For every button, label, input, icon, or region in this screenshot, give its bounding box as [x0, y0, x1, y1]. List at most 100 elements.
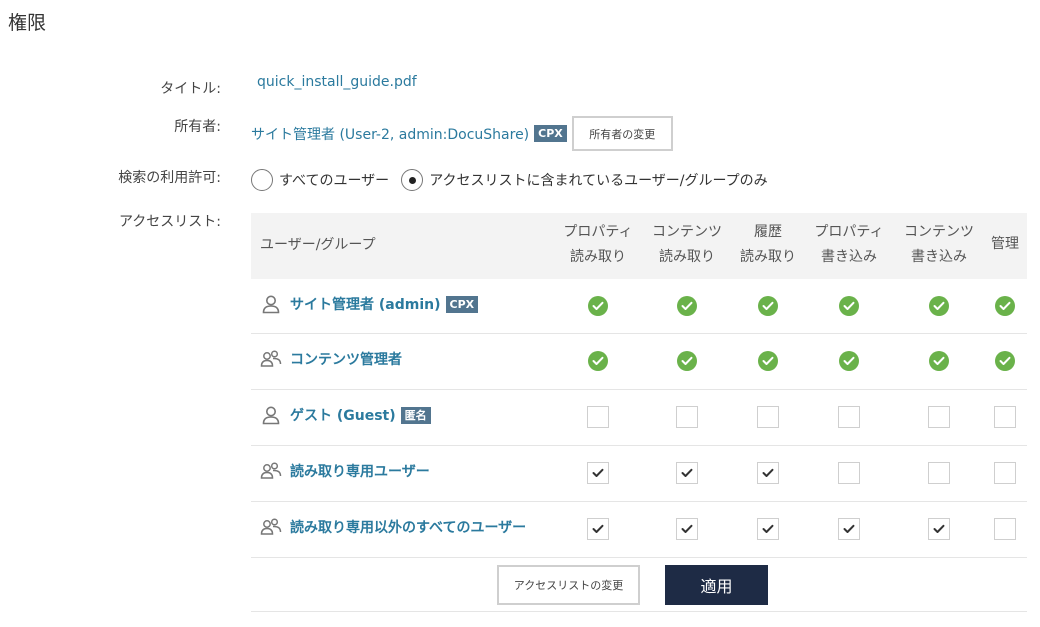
permission-checkbox[interactable]	[838, 406, 860, 428]
user-icon	[260, 404, 282, 426]
column-header-property-read: プロパティ 読み取り	[553, 220, 643, 270]
permission-checkbox[interactable]	[994, 462, 1016, 484]
group-icon	[260, 516, 282, 538]
user-group-cell: 読み取り専用ユーザー	[260, 460, 430, 482]
table-header: ユーザー/グループ プロパティ 読み取り コンテンツ 読み取り 履歴 読み取り …	[251, 213, 1027, 279]
owner-badge: CPX	[534, 125, 567, 142]
page-title: 権限	[8, 12, 47, 34]
user-group-cell: コンテンツ管理者	[260, 348, 402, 370]
user-group-name[interactable]: 読み取り専用以外のすべてのユーザー	[290, 517, 526, 537]
access-list-label: アクセスリスト:	[118, 214, 221, 230]
user-group-name[interactable]: 読み取り専用ユーザー	[290, 461, 430, 481]
permission-property-read[interactable]	[587, 406, 609, 428]
change-owner-button[interactable]: 所有者の変更	[571, 116, 673, 151]
permission-checkbox-checked[interactable]	[676, 518, 698, 540]
granted-check-icon	[677, 351, 697, 371]
column-header-manage: 管理	[960, 232, 1040, 257]
permission-content-write	[928, 350, 950, 372]
permission-checkbox[interactable]	[994, 518, 1016, 540]
granted-check-icon	[588, 296, 608, 316]
column-header-line2: 読み取り	[740, 249, 796, 265]
permission-checkbox-checked[interactable]	[587, 462, 609, 484]
granted-check-icon	[839, 296, 859, 316]
permission-checkbox-checked[interactable]	[757, 462, 779, 484]
column-header-user-group: ユーザー/グループ	[260, 237, 376, 253]
column-header-line1: コンテンツ	[652, 224, 722, 240]
permission-history-read	[757, 350, 779, 372]
footer-actions: アクセスリストの変更 適用	[251, 557, 1027, 612]
apply-button[interactable]: 適用	[665, 565, 768, 605]
permission-content-read[interactable]	[676, 406, 698, 428]
table-row: コンテンツ管理者	[251, 334, 1027, 390]
group-icon	[260, 348, 282, 370]
owner-row: サイト管理者 (User-2, admin:DocuShare) CPX 所有者…	[251, 116, 673, 151]
permission-history-read[interactable]	[757, 462, 779, 484]
permission-content-write[interactable]	[928, 518, 950, 540]
permission-history-read[interactable]	[757, 406, 779, 428]
permission-property-write[interactable]	[838, 406, 860, 428]
column-header-line1: 管理	[991, 236, 1019, 252]
user-group-name[interactable]: サイト管理者 (admin)	[290, 294, 441, 314]
column-header-line2: 読み取り	[659, 249, 715, 265]
permission-content-write[interactable]	[928, 406, 950, 428]
permission-checkbox[interactable]	[928, 462, 950, 484]
table-row: 読み取り専用以外のすべてのユーザー	[251, 502, 1027, 558]
user-group-name[interactable]: コンテンツ管理者	[290, 349, 402, 369]
permission-content-write[interactable]	[928, 462, 950, 484]
group-icon	[260, 460, 282, 482]
permission-checkbox-checked[interactable]	[928, 518, 950, 540]
granted-check-icon	[758, 296, 778, 316]
permission-content-read	[676, 295, 698, 317]
permission-checkbox[interactable]	[676, 406, 698, 428]
owner-link[interactable]: サイト管理者 (User-2, admin:DocuShare)	[251, 124, 529, 144]
granted-check-icon	[677, 296, 697, 316]
permission-property-write[interactable]	[838, 462, 860, 484]
permission-checkbox-checked[interactable]	[838, 518, 860, 540]
user-icon	[260, 293, 282, 315]
permission-checkbox-checked[interactable]	[676, 462, 698, 484]
permission-manage[interactable]	[994, 406, 1016, 428]
column-header-history-read: 履歴 読み取り	[723, 220, 813, 270]
permission-content-read[interactable]	[676, 518, 698, 540]
granted-check-icon	[588, 351, 608, 371]
column-header-line1: プロパティ	[563, 224, 633, 240]
permission-checkbox[interactable]	[587, 406, 609, 428]
permission-checkbox-checked[interactable]	[587, 518, 609, 540]
radio-access-list-only[interactable]	[401, 169, 424, 191]
permission-content-read[interactable]	[676, 462, 698, 484]
granted-check-icon	[758, 351, 778, 371]
change-access-list-button[interactable]: アクセスリストの変更	[497, 565, 640, 605]
granted-check-icon	[995, 351, 1015, 371]
table-row: サイト管理者 (admin) CPX	[251, 279, 1027, 334]
permission-checkbox[interactable]	[928, 406, 950, 428]
permission-property-read[interactable]	[587, 462, 609, 484]
permission-property-write[interactable]	[838, 518, 860, 540]
search-permission-options: すべてのユーザー アクセスリストに含まれているユーザー/グループのみ	[251, 169, 768, 191]
permission-manage	[994, 295, 1016, 317]
title-label: タイトル:	[160, 81, 221, 97]
granted-check-icon	[995, 296, 1015, 316]
permission-history-read[interactable]	[757, 518, 779, 540]
table-body: サイト管理者 (admin) CPX コンテンツ管理者 ゲスト (Guest) 匿名 読み…	[251, 279, 1027, 558]
column-header-line2: 書き込み	[821, 249, 877, 265]
column-header-property-write: プロパティ 書き込み	[804, 220, 894, 270]
permission-property-read	[587, 350, 609, 372]
user-group-cell: サイト管理者 (admin) CPX	[260, 293, 479, 315]
permission-manage[interactable]	[994, 518, 1016, 540]
permission-checkbox[interactable]	[757, 406, 779, 428]
permission-history-read	[757, 295, 779, 317]
permission-property-read[interactable]	[587, 518, 609, 540]
permission-checkbox[interactable]	[838, 462, 860, 484]
permission-manage[interactable]	[994, 462, 1016, 484]
user-group-cell: 読み取り専用以外のすべてのユーザー	[260, 516, 526, 538]
permission-checkbox-checked[interactable]	[757, 518, 779, 540]
permission-content-write	[928, 295, 950, 317]
table-row: 読み取り専用ユーザー	[251, 446, 1027, 502]
permission-checkbox[interactable]	[994, 406, 1016, 428]
radio-all-users[interactable]	[251, 169, 273, 191]
granted-check-icon	[839, 351, 859, 371]
user-group-name[interactable]: ゲスト (Guest)	[290, 405, 396, 425]
owner-label: 所有者:	[174, 119, 221, 135]
column-header-line1: 履歴	[754, 224, 782, 240]
permission-property-write	[838, 350, 860, 372]
